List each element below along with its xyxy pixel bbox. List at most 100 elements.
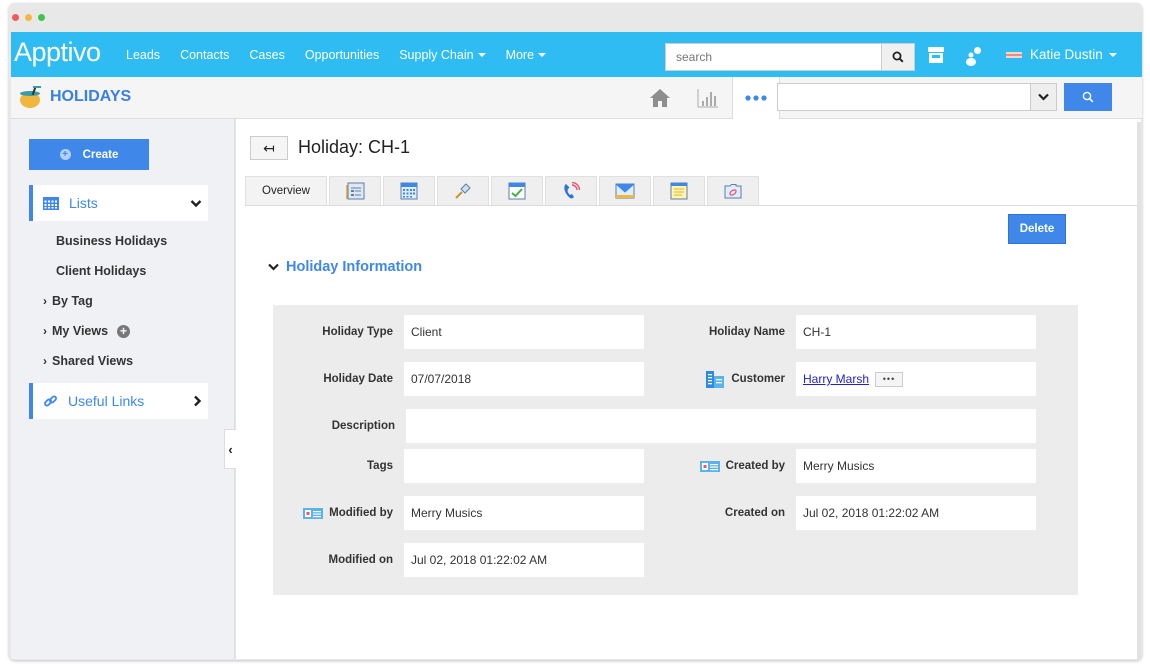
browser-window: Apptivo Leads Contacts Cases Opportuniti… bbox=[9, 3, 1142, 660]
fields-icon bbox=[346, 182, 365, 200]
calendar-grid-icon bbox=[43, 196, 59, 210]
link-icon bbox=[44, 395, 57, 406]
phone-call-icon bbox=[564, 182, 580, 199]
more-dots-icon bbox=[745, 95, 767, 101]
section-header-holiday-information[interactable]: Holiday Information bbox=[268, 259, 422, 275]
customer-label: Customer bbox=[653, 362, 785, 396]
chevron-right-icon: › bbox=[43, 324, 47, 338]
nav-contacts[interactable]: Contacts bbox=[180, 48, 229, 62]
close-window-button[interactable] bbox=[12, 14, 19, 21]
record-title: Holiday: CH-1 bbox=[298, 137, 411, 157]
created-by-value: Merry Musics bbox=[796, 449, 1036, 483]
search-icon bbox=[892, 51, 904, 63]
tab-calendar[interactable] bbox=[383, 176, 435, 205]
useful-links-label: Useful Links bbox=[68, 393, 145, 409]
delete-label: Delete bbox=[1019, 223, 1055, 235]
label-text: Holiday Name bbox=[708, 326, 785, 338]
nav-leads[interactable]: Leads bbox=[126, 48, 160, 62]
back-button[interactable]: ↤ bbox=[250, 136, 288, 160]
tab-calls[interactable] bbox=[545, 176, 597, 205]
list-item-business-holidays[interactable]: Business Holidays bbox=[56, 234, 167, 248]
tab-attachments[interactable] bbox=[707, 176, 759, 205]
section-title: Holiday Information bbox=[286, 259, 423, 275]
holiday-type-value: Client bbox=[404, 315, 644, 349]
pin-icon bbox=[455, 183, 471, 199]
search-icon bbox=[1082, 91, 1094, 103]
app-search-dropdown[interactable] bbox=[1030, 84, 1056, 110]
attachment-folder-icon bbox=[724, 184, 742, 199]
nav-more[interactable]: More bbox=[505, 47, 547, 62]
sidebar-by-tag[interactable]: › By Tag bbox=[43, 294, 93, 308]
value-text: CH-1 bbox=[803, 325, 832, 339]
label-text: Customer bbox=[731, 373, 785, 385]
app-search-input[interactable] bbox=[778, 84, 1028, 110]
window-controls bbox=[12, 14, 45, 21]
nav-label: Leads bbox=[126, 47, 161, 62]
create-label: Create bbox=[82, 148, 119, 161]
sidebar-lists-header[interactable]: Lists bbox=[29, 185, 208, 221]
tags-value bbox=[404, 449, 644, 483]
store-button[interactable] bbox=[927, 46, 945, 69]
by-tag-label: By Tag bbox=[52, 294, 93, 308]
tab-overview[interactable]: Overview bbox=[245, 176, 327, 205]
collaboration-button[interactable] bbox=[965, 46, 983, 71]
tab-notes[interactable] bbox=[653, 176, 705, 205]
customer-more-button[interactable]: ••• bbox=[875, 371, 904, 387]
sidebar-useful-links[interactable]: Useful Links bbox=[29, 383, 208, 419]
sidebar-shared-views[interactable]: › Shared Views bbox=[43, 354, 133, 368]
vertical-scrollbar[interactable] bbox=[1137, 122, 1141, 659]
modified-by-value: Merry Musics bbox=[404, 496, 644, 530]
chevron-right-icon: › bbox=[43, 294, 47, 308]
global-search-button[interactable] bbox=[881, 44, 914, 70]
task-check-icon bbox=[508, 182, 526, 200]
minimize-window-button[interactable] bbox=[25, 14, 32, 21]
created-on-value: Jul 02, 2018 01:22:02 AM bbox=[796, 496, 1036, 530]
shared-views-label: Shared Views bbox=[52, 354, 134, 368]
global-search-input[interactable] bbox=[666, 44, 880, 70]
contact-card-icon bbox=[699, 460, 720, 472]
collapse-sidebar-button[interactable]: ‹ bbox=[224, 429, 236, 469]
chevron-left-icon: ‹ bbox=[228, 441, 233, 457]
sidebar-my-views[interactable]: › My Views + bbox=[43, 324, 131, 338]
tab-pin[interactable] bbox=[437, 176, 489, 205]
holiday-name-value: CH-1 bbox=[796, 315, 1036, 349]
caret-down-icon bbox=[1108, 52, 1117, 57]
nav-supply-chain[interactable]: Supply Chain bbox=[399, 48, 486, 62]
reports-button[interactable] bbox=[684, 77, 732, 119]
nav-cases[interactable]: Cases bbox=[249, 48, 284, 62]
holiday-date-value: 07/07/2018 bbox=[404, 362, 644, 396]
label-text: Modified on bbox=[328, 554, 393, 566]
nav-label: Opportunities bbox=[304, 47, 380, 62]
customer-link[interactable]: Harry Marsh bbox=[803, 372, 869, 386]
plus-circle-icon: + bbox=[59, 149, 71, 160]
nav-opportunities[interactable]: Opportunities bbox=[305, 48, 379, 62]
value-text: Jul 02, 2018 01:22:02 AM bbox=[803, 506, 940, 520]
maximize-window-button[interactable] bbox=[38, 14, 45, 21]
more-actions-button[interactable] bbox=[732, 77, 780, 119]
caret-down-icon bbox=[477, 53, 486, 58]
home-button[interactable] bbox=[636, 77, 684, 119]
record-tabs: Overview bbox=[245, 176, 761, 205]
user-menu[interactable]: Katie Dustin bbox=[1006, 32, 1117, 77]
list-item-client-holidays[interactable]: Client Holidays bbox=[56, 264, 146, 278]
chevron-down-icon bbox=[190, 199, 202, 207]
nav-label: More bbox=[505, 47, 535, 62]
home-icon bbox=[650, 89, 670, 107]
tab-emails[interactable] bbox=[599, 176, 651, 205]
app-search-button[interactable] bbox=[1064, 83, 1112, 111]
value-text: Merry Musics bbox=[411, 506, 483, 520]
my-views-label: My Views bbox=[52, 324, 109, 338]
tab-fields[interactable] bbox=[329, 176, 381, 205]
tab-tasks[interactable] bbox=[491, 176, 543, 205]
description-label: Description bbox=[273, 409, 395, 443]
app-title[interactable]: HOLIDAYS bbox=[19, 86, 131, 108]
global-search bbox=[665, 43, 915, 71]
record-detail: ↤ Holiday: CH-1 Overview Delete Holiday … bbox=[236, 119, 1141, 659]
apptivo-logo[interactable]: Apptivo bbox=[14, 37, 101, 68]
chevron-right-icon bbox=[194, 395, 202, 407]
add-view-icon[interactable]: + bbox=[117, 324, 131, 338]
delete-button[interactable]: Delete bbox=[1008, 214, 1066, 244]
top-navigation: Apptivo Leads Contacts Cases Opportuniti… bbox=[11, 32, 1142, 77]
create-button[interactable]: + Create bbox=[29, 139, 149, 170]
app-title-label: HOLIDAYS bbox=[50, 88, 132, 105]
